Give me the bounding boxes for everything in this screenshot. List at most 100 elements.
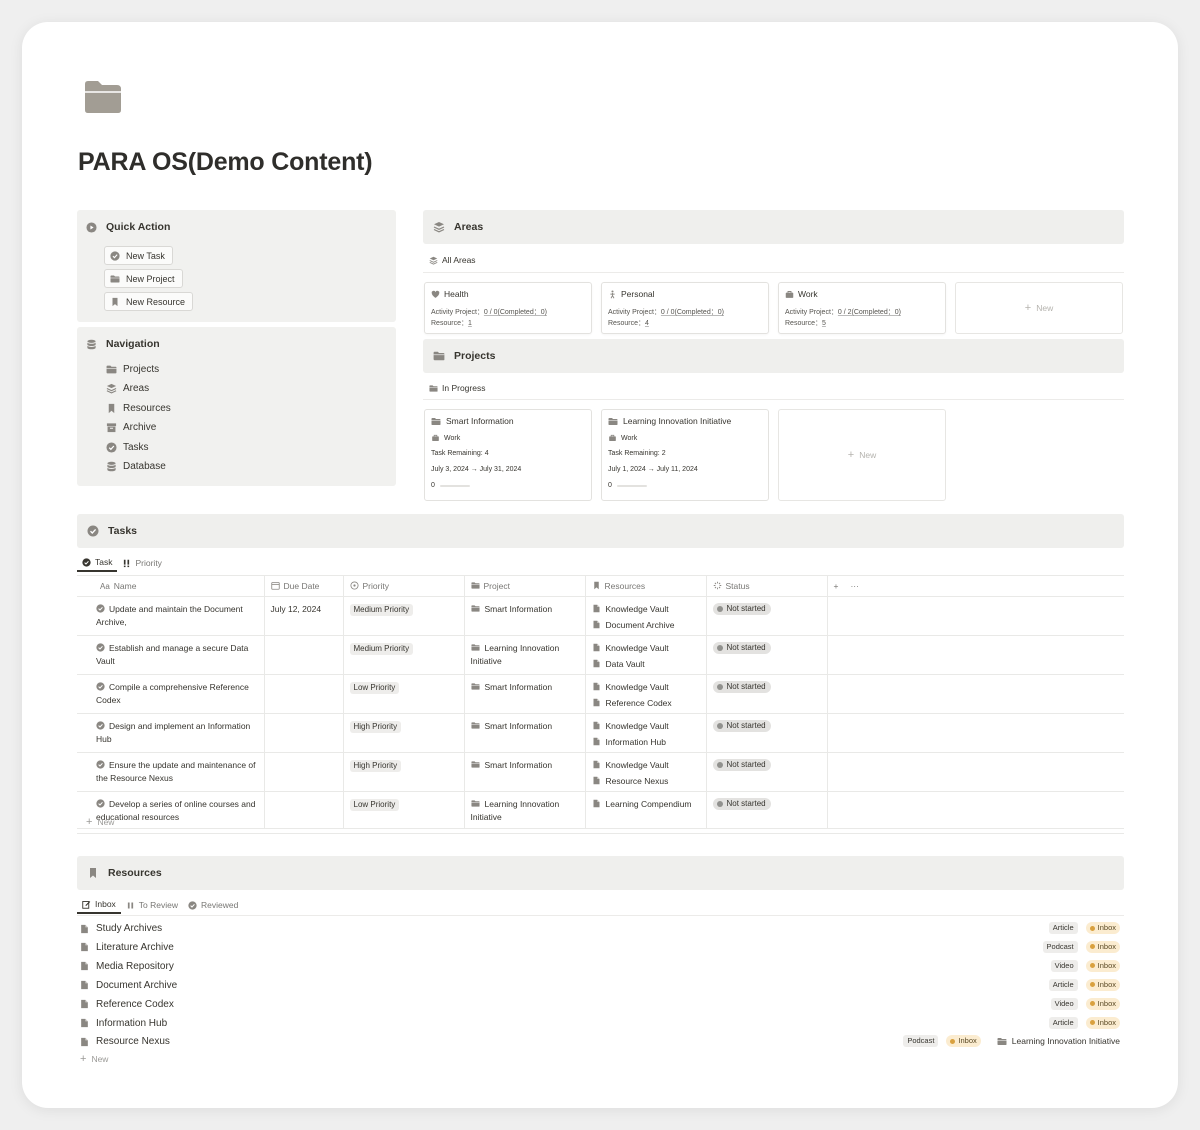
resource-link[interactable]: Knowledge Vault xyxy=(592,720,700,733)
cell-status[interactable]: Not started xyxy=(706,752,828,792)
list-item[interactable]: Reference Codex Video Inbox xyxy=(80,995,1120,1014)
table-row[interactable]: Update and maintain the Document Archive… xyxy=(77,596,1124,636)
new-project-button[interactable]: New Project xyxy=(104,269,183,288)
cell-priority[interactable]: Low Priority xyxy=(343,791,465,829)
cell-name[interactable]: Update and maintain the Document Archive… xyxy=(77,596,265,636)
cell-priority[interactable]: Medium Priority xyxy=(343,635,465,675)
cell-name[interactable]: Design and implement an Information Hub xyxy=(77,713,265,753)
status-label: Inbox xyxy=(1097,1017,1116,1027)
new-resource-row-button[interactable]: + New xyxy=(80,1053,108,1065)
nav-item-database[interactable]: Database xyxy=(106,461,166,472)
cell-status[interactable]: Not started xyxy=(706,596,828,636)
cell-priority[interactable]: High Priority xyxy=(343,752,465,792)
cell-due-date[interactable] xyxy=(264,674,344,714)
nav-item-resources[interactable]: Resources xyxy=(106,403,171,414)
new-task-row-button[interactable]: + New xyxy=(86,816,114,828)
tab-inbox[interactable]: Inbox xyxy=(77,896,121,914)
list-item[interactable]: Study Archives Article Inbox xyxy=(80,919,1120,938)
column-header-priority[interactable]: Priority xyxy=(343,575,465,597)
cell-priority[interactable]: Medium Priority xyxy=(343,596,465,636)
cell-resources[interactable]: Knowledge Vault Data Vault xyxy=(585,635,707,675)
area-card-work[interactable]: Work Activity Project：0 / 2(Completed：0)… xyxy=(778,282,946,334)
new-area-button[interactable]: + New xyxy=(955,282,1123,334)
cell-due-date[interactable] xyxy=(264,791,344,829)
nav-item-tasks[interactable]: Tasks xyxy=(106,442,149,453)
column-header-project[interactable]: Project xyxy=(464,575,586,597)
list-item[interactable]: Document Archive Article Inbox xyxy=(80,976,1120,995)
cell-name[interactable]: Ensure the update and maintenance of the… xyxy=(77,752,265,792)
cell-priority[interactable]: Low Priority xyxy=(343,674,465,714)
list-item[interactable]: Literature Archive Podcast Inbox xyxy=(80,938,1120,957)
resource-link[interactable]: Knowledge Vault xyxy=(592,759,700,772)
column-header-status[interactable]: Status xyxy=(706,575,828,597)
resource-link[interactable]: Knowledge Vault xyxy=(592,642,700,655)
cell-project[interactable]: Learning Innovation Initiative xyxy=(464,635,586,675)
cell-due-date[interactable] xyxy=(264,752,344,792)
table-row[interactable]: Establish and manage a secure Data Vault… xyxy=(77,635,1124,675)
tab-to-review[interactable]: To Review xyxy=(121,896,183,914)
add-column-button[interactable]: + xyxy=(834,581,839,591)
cell-status[interactable]: Not started xyxy=(706,674,828,714)
project-link[interactable]: Smart Information xyxy=(485,760,553,770)
cell-project[interactable]: Smart Information xyxy=(464,674,586,714)
cell-status[interactable]: Not started xyxy=(706,791,828,829)
project-card-smart-information[interactable]: Smart Information Work Task Remaining: 4… xyxy=(424,409,592,501)
cell-name[interactable]: Establish and manage a secure Data Vault xyxy=(77,635,265,675)
cell-priority[interactable]: High Priority xyxy=(343,713,465,753)
resource-link[interactable]: Knowledge Vault xyxy=(592,681,700,694)
cell-resources[interactable]: Learning Compendium xyxy=(585,791,707,829)
column-header-due-date[interactable]: Due Date xyxy=(264,575,344,597)
cell-due-date[interactable] xyxy=(264,713,344,753)
table-row[interactable]: Develop a series of online courses and e… xyxy=(77,791,1124,829)
list-item[interactable]: Media Repository Video Inbox xyxy=(80,957,1120,976)
cell-project[interactable]: Smart Information xyxy=(464,713,586,753)
cell-resources[interactable]: Knowledge Vault Reference Codex xyxy=(585,674,707,714)
project-link[interactable]: Learning Innovation Initiative xyxy=(997,1036,1120,1046)
cell-project[interactable]: Smart Information xyxy=(464,752,586,792)
area-card-personal[interactable]: Personal Activity Project：0 / 0(Complete… xyxy=(601,282,769,334)
resource-link[interactable]: Learning Compendium xyxy=(592,798,700,811)
cell-resources[interactable]: Knowledge Vault Resource Nexus xyxy=(585,752,707,792)
nav-item-archive[interactable]: Archive xyxy=(106,422,156,433)
cell-name[interactable]: Compile a comprehensive Reference Codex xyxy=(77,674,265,714)
resource-link[interactable]: Knowledge Vault xyxy=(592,603,700,616)
new-task-button[interactable]: New Task xyxy=(104,246,173,265)
table-row[interactable]: Design and implement an Information Hub H… xyxy=(77,713,1124,753)
resource-link[interactable]: Information Hub xyxy=(592,736,700,749)
cell-status[interactable]: Not started xyxy=(706,635,828,675)
tab-priority[interactable]: Priority xyxy=(117,554,166,572)
project-link[interactable]: Learning Innovation Initiative xyxy=(471,643,560,666)
nav-item-projects[interactable]: Projects xyxy=(106,364,159,375)
cell-due-date[interactable] xyxy=(264,635,344,675)
cell-resources[interactable]: Knowledge Vault Information Hub xyxy=(585,713,707,753)
project-link[interactable]: Smart Information xyxy=(485,721,553,731)
nav-item-areas[interactable]: Areas xyxy=(106,383,149,394)
cell-project[interactable]: Smart Information xyxy=(464,596,586,636)
list-item[interactable]: Information Hub Article Inbox xyxy=(80,1014,1120,1033)
project-link[interactable]: Smart Information xyxy=(485,682,553,692)
cell-due-date[interactable]: July 12, 2024 xyxy=(264,596,344,636)
project-link[interactable]: Smart Information xyxy=(485,604,553,614)
new-resource-button[interactable]: New Resource xyxy=(104,292,194,311)
new-project-card[interactable]: + New xyxy=(778,409,946,501)
cell-project[interactable]: Learning Innovation Initiative xyxy=(464,791,586,829)
resource-link[interactable]: Resource Nexus xyxy=(592,775,700,788)
resource-link[interactable]: Data Vault xyxy=(592,658,700,671)
column-header-name[interactable]: Aa Name xyxy=(77,575,265,597)
cell-resources[interactable]: Knowledge Vault Document Archive xyxy=(585,596,707,636)
more-options-button[interactable]: ··· xyxy=(850,581,859,591)
table-row[interactable]: Ensure the update and maintenance of the… xyxy=(77,752,1124,792)
list-item[interactable]: Resource Nexus Podcast Inbox Learning Innov… xyxy=(80,1032,1120,1051)
resource-link[interactable]: Document Archive xyxy=(592,619,700,632)
tab-task[interactable]: Task xyxy=(77,554,118,572)
area-card-health[interactable]: Health Activity Project：0 / 0(Completed：… xyxy=(424,282,592,334)
project-link[interactable]: Learning Innovation Initiative xyxy=(471,799,560,822)
projects-view-tab[interactable]: In Progress xyxy=(429,383,485,393)
resource-link[interactable]: Reference Codex xyxy=(592,697,700,710)
tab-reviewed[interactable]: Reviewed xyxy=(183,896,243,914)
cell-status[interactable]: Not started xyxy=(706,713,828,753)
column-header-resources[interactable]: Resources xyxy=(585,575,707,597)
table-row[interactable]: Compile a comprehensive Reference Codex L… xyxy=(77,674,1124,714)
areas-view-tab[interactable]: All Areas xyxy=(429,255,476,265)
project-card-learning-innovation[interactable]: Learning Innovation Initiative Work Task… xyxy=(601,409,769,501)
